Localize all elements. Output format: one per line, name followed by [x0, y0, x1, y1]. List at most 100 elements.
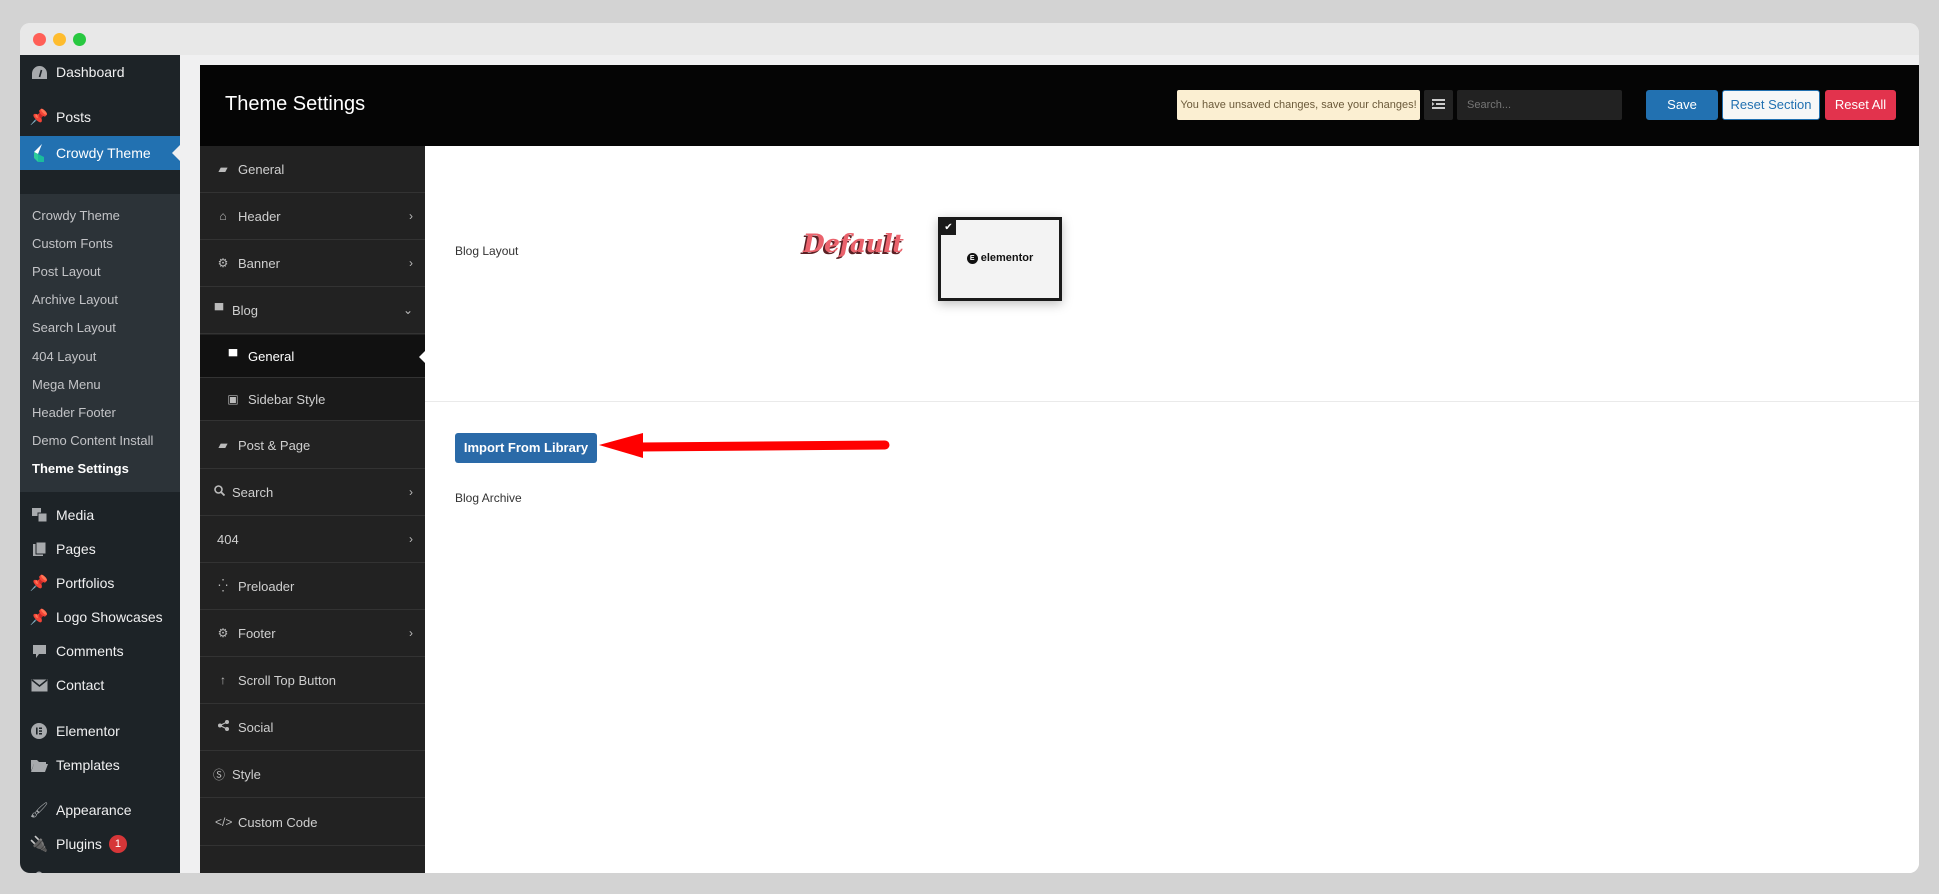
submenu-theme-settings[interactable]: Theme Settings [32, 461, 129, 476]
submenu-crowdy-theme[interactable]: Crowdy Theme [32, 208, 120, 223]
arrow-up-icon: ↑ [220, 673, 226, 687]
save-button[interactable]: Save [1646, 90, 1718, 120]
media-icon [20, 507, 56, 523]
arrow-shaft [634, 440, 890, 452]
cog-icon: ⚙ [217, 256, 229, 270]
browser-window: Dashboard 📌 Posts Crowdy Theme Crowdy Th… [20, 23, 1919, 873]
cog-icon: ⚙ [217, 626, 229, 640]
chevron-right-icon: › [409, 485, 413, 499]
submenu-archive-layout[interactable]: Archive Layout [32, 292, 118, 307]
sidebar-item-media[interactable]: Media [20, 498, 180, 532]
nav-item-post-page[interactable]: ▰ Post & Page [200, 422, 425, 469]
nav-item-scroll-top-button[interactable]: ↑ Scroll Top Button [200, 657, 425, 704]
sidebar-item-contact[interactable]: Contact [20, 668, 180, 702]
sidebar-item-dashboard[interactable]: Dashboard [20, 55, 180, 89]
theme-settings-panel: Theme Settings You have unsaved changes,… [200, 65, 1919, 873]
chevron-down-icon: ⌄ [402, 303, 413, 317]
theme-settings-header: Theme Settings You have unsaved changes,… [200, 65, 1919, 146]
import-from-library-button[interactable]: Import From Library [455, 433, 597, 463]
wp-admin-sidebar: Dashboard 📌 Posts Crowdy Theme Crowdy Th… [20, 55, 180, 873]
close-window-button[interactable] [33, 33, 46, 46]
pin-icon: 📌 [29, 109, 49, 126]
nav-item-custom-code[interactable]: </> Custom Code [200, 799, 425, 846]
layout-option-default[interactable]: Default [803, 229, 904, 258]
submenu-post-layout[interactable]: Post Layout [32, 264, 101, 279]
submenu-header-footer[interactable]: Header Footer [32, 405, 116, 420]
mail-icon [20, 678, 56, 692]
reset-section-button[interactable]: Reset Section [1722, 90, 1820, 120]
sidebar-item-posts[interactable]: 📌 Posts [20, 100, 180, 134]
plug-icon: 🔌 [29, 836, 49, 853]
sidebar-item-users[interactable]: Users [20, 861, 180, 873]
unsaved-changes-notice: You have unsaved changes, save your chan… [1177, 90, 1420, 120]
nav-subitem-sidebar-style[interactable]: ▣ Sidebar Style [200, 378, 425, 421]
sidebar-item-pages[interactable]: Pages [20, 532, 180, 566]
sidebar-item-comments[interactable]: Comments [20, 634, 180, 668]
pages-icon [20, 541, 56, 557]
sidebar-item-plugins[interactable]: 🔌 Plugins 1 [20, 827, 180, 861]
nav-subitem-blog-general[interactable]: ▀ General [200, 335, 425, 378]
submenu-mega-menu[interactable]: Mega Menu [32, 377, 101, 392]
elementor-logo: E elementor [941, 252, 1059, 264]
sidebar-item-templates[interactable]: Templates [20, 748, 180, 782]
plugins-update-badge: 1 [108, 835, 127, 853]
section-divider [425, 401, 1919, 402]
blog-archive-label: Blog Archive [455, 491, 522, 505]
chevron-right-icon: › [409, 532, 413, 546]
submenu-demo-content-install[interactable]: Demo Content Install [32, 433, 153, 448]
sidebar-item-elementor[interactable]: Elementor [20, 714, 180, 748]
sidebar-item-logo-showcases[interactable]: 📌 Logo Showcases [20, 600, 180, 634]
sidebar-item-appearance[interactable]: 🖌 Appearance [20, 793, 180, 827]
checkmark-icon: ✔ [941, 220, 956, 235]
book-icon: ▰ [218, 162, 228, 176]
nav-item-banner[interactable]: ⚙ Banner › [200, 240, 425, 287]
nav-item-preloader[interactable]: ⁛ Preloader [200, 563, 425, 610]
list-icon [1432, 96, 1445, 114]
home-icon: ⌂ [219, 209, 227, 223]
expand-options-button[interactable] [1424, 90, 1453, 120]
nav-item-cut-off[interactable] [200, 846, 425, 873]
comment-icon [20, 644, 56, 659]
search-icon [211, 485, 227, 499]
book-icon: ▰ [218, 438, 228, 452]
share-icon [215, 720, 231, 734]
maximize-window-button[interactable] [73, 33, 86, 46]
submenu-404-layout[interactable]: 404 Layout [32, 349, 96, 364]
css3-icon: Ⓢ [212, 767, 225, 782]
brush-icon: 🖌 [29, 802, 49, 819]
nav-item-header[interactable]: ⌂ Header › [200, 193, 425, 240]
elementor-icon [20, 723, 56, 739]
sidebar-item-portfolios[interactable]: 📌 Portfolios [20, 566, 180, 600]
sidebar-item-crowdy-theme[interactable]: Crowdy Theme [20, 136, 180, 170]
folder-icon [20, 759, 56, 772]
blog-layout-label: Blog Layout [455, 244, 519, 258]
nav-item-search[interactable]: Search › [200, 469, 425, 516]
image-icon: ▣ [227, 392, 239, 406]
nav-item-blog[interactable]: ▀ Blog ⌄ [200, 287, 425, 334]
search-input[interactable] [1457, 90, 1622, 120]
dashboard-icon [20, 65, 56, 80]
nav-item-footer[interactable]: ⚙ Footer › [200, 610, 425, 657]
chevron-right-icon: › [409, 209, 413, 223]
archive-icon: ▀ [214, 303, 224, 317]
code-icon: </> [215, 815, 233, 829]
settings-content: Blog Layout Default ✔ E elementor Import… [425, 146, 1919, 873]
archive-icon: ▀ [228, 349, 238, 363]
pin-icon: 📌 [29, 609, 49, 626]
submenu-custom-fonts[interactable]: Custom Fonts [32, 236, 113, 251]
nav-item-social[interactable]: Social [200, 704, 425, 751]
reset-all-button[interactable]: Reset All [1825, 90, 1896, 120]
spinner-icon: ⁛ [218, 579, 228, 593]
layout-option-elementor[interactable]: ✔ E elementor [938, 217, 1062, 301]
chevron-right-icon: › [409, 626, 413, 640]
crowdy-logo-icon [20, 144, 56, 162]
submenu-search-layout[interactable]: Search Layout [32, 320, 116, 335]
pin-icon: 📌 [29, 575, 49, 592]
elementor-icon: E [966, 252, 978, 264]
window-titlebar [20, 23, 1919, 55]
arrow-head [599, 433, 643, 458]
nav-item-style[interactable]: Ⓢ Style [200, 751, 425, 798]
nav-item-404[interactable]: 404 › [200, 516, 425, 563]
minimize-window-button[interactable] [53, 33, 66, 46]
nav-item-general[interactable]: ▰ General [200, 146, 425, 193]
